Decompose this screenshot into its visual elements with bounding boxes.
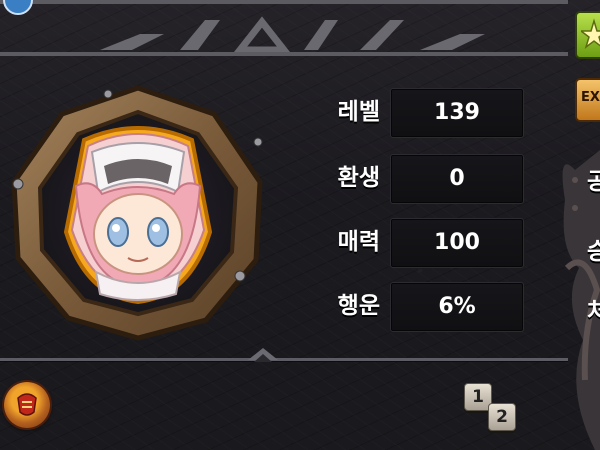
stat-row-charm: 매력 100 [300,216,530,268]
red-seal-icon[interactable] [4,382,50,428]
stat-label: 매력 [337,229,380,255]
stat-value: 139 [434,100,480,125]
stat-value: 0 [449,166,465,191]
page-toggle-button[interactable]: 1 2 [462,381,520,435]
chevron-up-icon[interactable] [248,344,278,364]
character-avatar [63,126,213,305]
stat-value: 6% [438,294,476,319]
stat-value-box: 100 [390,218,524,268]
top-divider-decoration [0,0,568,56]
side-partial-label: 공 [587,169,600,195]
side-partial-label: 승 [587,239,600,265]
green-star-icon[interactable] [575,11,600,59]
exp-badge-label: EX [581,90,600,105]
stat-label: 레벨 [337,99,380,125]
stat-row-level: 레벨 139 [300,86,530,138]
exp-badge-icon[interactable]: EX [575,78,600,122]
stat-row-rebirth: 환생 0 [300,152,530,204]
stat-value-box: 6% [390,282,524,332]
stat-value-box: 139 [390,88,524,138]
page-two-label: 2 [488,403,516,431]
side-partial-label: 처 [587,299,600,325]
character-portrait-frame [11,85,263,341]
side-panel-backdrop [562,150,600,450]
stat-row-luck: 행운 6% [300,280,530,332]
stat-label: 환생 [337,165,380,191]
side-panel: EX 공 승 처 [555,0,600,450]
stat-label: 행운 [337,293,380,319]
stat-value: 100 [434,230,480,255]
stat-value-box: 0 [390,154,524,204]
section-divider [0,358,568,361]
